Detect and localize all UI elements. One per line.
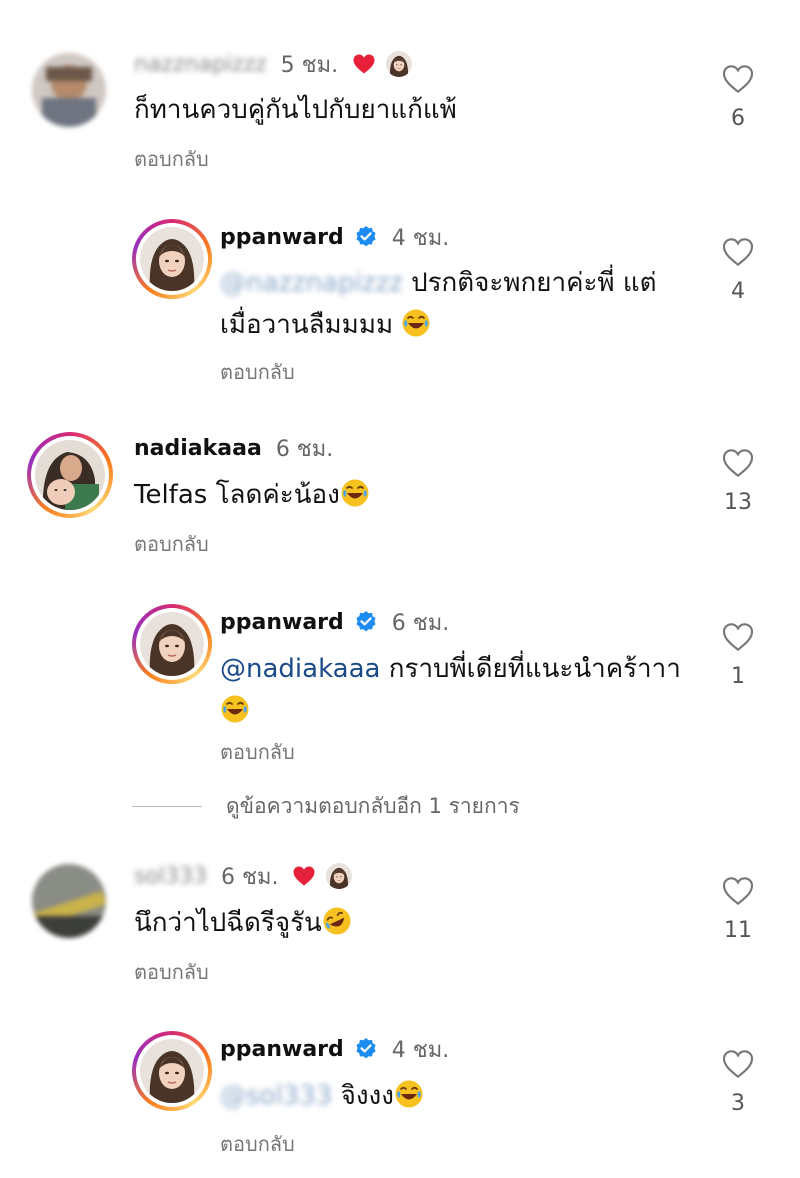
heart-outline-icon [722,1049,754,1079]
username[interactable]: nazznapizzz [134,52,267,77]
comment-time: 6 ชม. [275,436,334,462]
author-avatar-mini [326,863,352,889]
like-count: 11 [724,918,752,943]
reply-button[interactable]: ตอบกลับ [134,143,209,175]
avatar[interactable] [132,604,212,684]
comment-text: นึกว่าไปฉีดรีจูรัน [134,902,352,944]
like-count: 6 [731,106,745,131]
like-button[interactable]: 11 [708,876,768,943]
like-button[interactable]: 1 [708,622,768,689]
like-button[interactable]: 13 [708,448,768,515]
comment-time: 4 ชม. [391,1037,450,1063]
avatar[interactable] [32,53,106,127]
rofl-emoji-icon [322,906,352,936]
comment-text: @nadiakaaa กราบพี่เดียที่แนะนำคร้าาา [220,648,700,732]
mention-link[interactable]: @nadiakaaa [220,654,380,684]
mention-link[interactable]: @sol333 [220,1081,332,1111]
comment-time: 6 ชม. [391,610,450,636]
tears-of-joy-emoji-icon [220,694,250,724]
verified-badge-icon [354,1037,378,1061]
heart-outline-icon [722,237,754,267]
avatar[interactable] [32,864,106,938]
like-count: 3 [731,1091,745,1116]
tears-of-joy-emoji-icon [401,308,431,338]
reply-button[interactable]: ตอบกลับ [134,956,209,988]
tears-of-joy-emoji-icon [340,478,370,508]
comment-text: Telfas โลดค่ะน้อง [134,474,370,516]
comment-time: 6 ชม. [221,864,279,890]
username[interactable]: sol333 [134,864,207,889]
reply-button[interactable]: ตอบกลับ [220,736,295,768]
like-button[interactable]: 6 [708,64,768,131]
verified-badge-icon [354,610,378,634]
avatar[interactable] [132,1031,212,1111]
liked-by-author-heart-icon [352,53,376,75]
like-count: 13 [724,490,752,515]
comment-time: 5 ชม. [280,52,339,78]
comment-text: @sol333 จิงงง [220,1075,424,1117]
comment-text-line: กราบพี่เดียที่แนะนำคร้าาา [388,654,681,684]
username[interactable]: ppanward [220,225,344,250]
view-more-replies-button[interactable]: ดูข้อความตอบกลับอีก 1 รายการ [132,790,520,823]
comment-text-line: จิงงง [340,1081,394,1111]
heart-outline-icon [722,448,754,478]
heart-outline-icon [722,622,754,652]
comment-text-line: ปรกติจะพกยาค่ะพี่ แต่ [411,268,657,298]
like-button[interactable]: 3 [708,1049,768,1116]
username[interactable]: ppanward [220,1037,344,1062]
comment-text-line: Telfas โลดค่ะน้อง [134,480,340,510]
comment-text: ก็ทานควบคู่กันไปกับยาแก้แพ้ [134,95,457,125]
author-avatar-mini [386,51,412,77]
reply-button[interactable]: ตอบกลับ [134,528,209,560]
like-count: 1 [731,664,745,689]
verified-badge-icon [354,225,378,249]
username[interactable]: nadiakaaa [134,436,262,461]
comment-text: @nazznapizzz ปรกติจะพกยาค่ะพี่ แต่ เมื่อ… [220,262,700,346]
like-button[interactable]: 4 [708,237,768,304]
mention-link[interactable]: @nazznapizzz [220,268,403,298]
reply-button[interactable]: ตอบกลับ [220,356,295,388]
avatar[interactable] [132,219,212,299]
username[interactable]: ppanward [220,610,344,635]
tears-of-joy-emoji-icon [394,1079,424,1109]
like-count: 4 [731,279,745,304]
heart-outline-icon [722,64,754,94]
divider [132,806,202,807]
avatar[interactable] [27,432,113,518]
view-more-replies-label: ดูข้อความตอบกลับอีก 1 รายการ [226,794,520,818]
comment-text-line: นึกว่าไปฉีดรีจูรัน [134,908,322,938]
liked-by-author-heart-icon [292,865,316,887]
comment-text-line: เมื่อวานลืมมมม [220,310,394,340]
heart-outline-icon [722,876,754,906]
comment-time: 4 ชม. [391,225,450,251]
reply-button[interactable]: ตอบกลับ [220,1128,295,1160]
